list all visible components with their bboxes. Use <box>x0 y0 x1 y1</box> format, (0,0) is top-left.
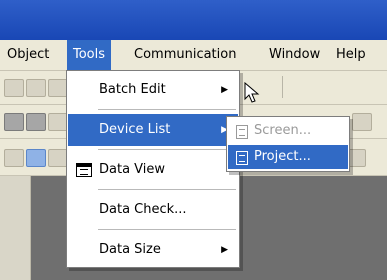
menu-item-label: Device List <box>99 122 171 137</box>
menu-item-label: Batch Edit <box>99 82 166 97</box>
toolbar-separator <box>282 76 283 98</box>
submenu-arrow-icon: ▶ <box>221 245 228 255</box>
submenu-item-project[interactable]: Project... <box>228 145 348 169</box>
toolbar-button[interactable] <box>48 149 68 167</box>
toolbar-button[interactable] <box>26 149 46 167</box>
menu-bar: Object Tools Communication Window Help <box>0 40 387 71</box>
toolbar-button[interactable] <box>48 79 68 97</box>
menu-separator <box>98 109 236 110</box>
toolbar-button[interactable] <box>352 113 372 131</box>
toolbar-button[interactable] <box>26 79 46 97</box>
menu-item-data-size[interactable]: Data Size ▶ <box>68 234 238 266</box>
submenu-item-label: Project... <box>254 149 311 164</box>
menu-item-batch-edit[interactable]: Batch Edit ▶ <box>68 74 238 106</box>
tools-dropdown-menu: Batch Edit ▶ Device List ▶ Data View Dat… <box>66 70 240 268</box>
toolbar-button[interactable] <box>26 113 46 131</box>
toolbar-button[interactable] <box>4 149 24 167</box>
menu-separator <box>98 149 236 150</box>
menu-separator <box>98 189 236 190</box>
menu-item-device-list[interactable]: Device List ▶ <box>68 114 238 146</box>
screen-icon <box>236 125 248 139</box>
menu-item-label: Data View <box>99 162 166 177</box>
menu-object[interactable]: Object <box>1 40 55 70</box>
device-list-submenu: Screen... Project... <box>226 116 350 172</box>
menu-window[interactable]: Window <box>263 40 326 70</box>
menu-item-label: Data Check... <box>99 202 187 217</box>
menu-item-data-view[interactable]: Data View <box>68 154 238 186</box>
menu-help[interactable]: Help <box>330 40 372 70</box>
toolbar-button[interactable] <box>48 113 68 131</box>
menu-item-data-check[interactable]: Data Check... <box>68 194 238 226</box>
menu-tools[interactable]: Tools <box>67 40 112 70</box>
menu-item-label: Data Size <box>99 242 161 257</box>
toolbar-button[interactable] <box>4 79 24 97</box>
menu-communication[interactable]: Communication <box>128 40 242 70</box>
submenu-item-label: Screen... <box>254 123 312 138</box>
submenu-item-screen[interactable]: Screen... <box>228 119 348 143</box>
menu-separator <box>98 229 236 230</box>
title-bar <box>0 0 387 40</box>
data-view-icon <box>76 163 92 177</box>
left-panel <box>0 176 31 280</box>
toolbar-button[interactable] <box>4 113 24 131</box>
submenu-arrow-icon: ▶ <box>221 85 228 95</box>
mouse-pointer-icon <box>244 82 260 103</box>
project-icon <box>236 151 248 165</box>
